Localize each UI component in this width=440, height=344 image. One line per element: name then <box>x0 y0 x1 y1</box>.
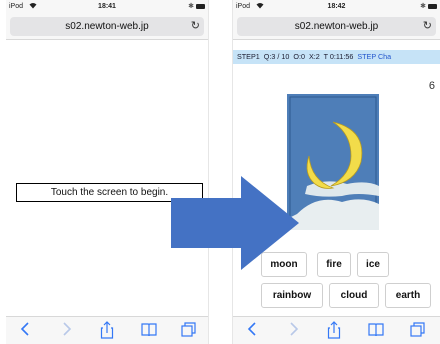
choice-button[interactable]: ice <box>357 252 389 277</box>
status-bar: iPod 18:42 ✱ <box>233 0 440 14</box>
left-phone-screen: iPod 18:41 ✱ s02.newton-web.jp ↻ Touch t… <box>6 0 209 344</box>
choice-button[interactable]: cloud <box>329 283 379 308</box>
address-bar: s02.newton-web.jp ↻ <box>233 14 440 40</box>
share-icon[interactable] <box>325 321 343 341</box>
chevron-left-icon[interactable] <box>16 321 34 341</box>
chevron-left-icon[interactable] <box>243 321 261 341</box>
book-icon[interactable] <box>367 321 385 341</box>
right-arrow-icon <box>171 176 299 270</box>
page-number: 6 <box>428 80 435 92</box>
choice-button[interactable]: fire <box>317 252 351 277</box>
share-icon[interactable] <box>98 321 116 341</box>
address-bar: s02.newton-web.jp ↻ <box>6 14 208 40</box>
step-status-bar: STEP1 Q:3 / 10 O:0 X:2 T 0:11:56 STEP Ch… <box>233 50 440 64</box>
step-label: STEP1 <box>237 52 260 61</box>
choice-button[interactable]: rainbow <box>261 283 323 308</box>
browser-toolbar <box>233 316 440 344</box>
status-bar: iPod 18:41 ✱ <box>6 0 208 14</box>
clock-time: 18:41 <box>98 3 116 10</box>
chevron-right-icon[interactable] <box>58 321 76 341</box>
reload-icon[interactable]: ↻ <box>191 19 200 32</box>
moon-picture <box>287 94 379 230</box>
bluetooth-icon: ✱ <box>420 3 426 10</box>
bluetooth-icon: ✱ <box>188 3 194 10</box>
clock-time: 18:42 <box>327 3 346 10</box>
choice-button[interactable]: earth <box>385 283 431 308</box>
book-icon[interactable] <box>140 321 158 341</box>
question-counter: Q:3 / 10 <box>263 52 290 61</box>
url-field[interactable]: s02.newton-web.jp ↻ <box>237 17 436 36</box>
tabs-icon[interactable] <box>409 321 427 341</box>
url-field[interactable]: s02.newton-web.jp ↻ <box>10 17 204 36</box>
chevron-right-icon[interactable] <box>285 321 303 341</box>
url-text: s02.newton-web.jp <box>65 21 149 32</box>
url-text: s02.newton-web.jp <box>294 21 379 32</box>
correct-count: O:0 <box>293 52 305 61</box>
browser-toolbar <box>6 316 208 344</box>
screenshot-canvas: iPod 18:41 ✱ s02.newton-web.jp ↻ Touch t… <box>0 0 440 344</box>
step-challenge-link[interactable]: STEP Cha <box>357 52 391 61</box>
tabs-icon[interactable] <box>180 321 198 341</box>
right-phone-screen: iPod 18:42 ✱ s02.newton-web.jp ↻ STEP1 Q… <box>232 0 440 344</box>
battery-icon <box>196 4 205 9</box>
elapsed-time: T 0:11:56 <box>323 52 354 61</box>
reload-icon[interactable]: ↻ <box>423 19 432 32</box>
battery-icon <box>428 4 437 9</box>
wrong-count: X:2 <box>308 52 320 61</box>
